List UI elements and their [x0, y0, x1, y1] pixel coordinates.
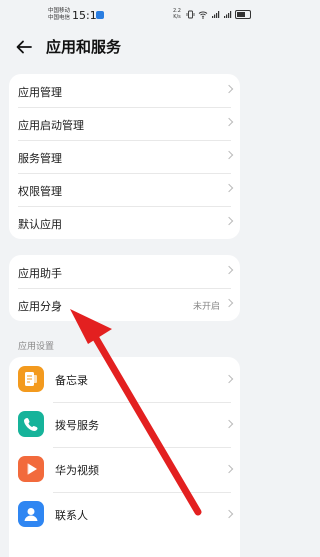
arrow-shaft: [90, 331, 202, 516]
annotation-arrow: [70, 309, 202, 516]
arrow-head: [70, 309, 112, 344]
